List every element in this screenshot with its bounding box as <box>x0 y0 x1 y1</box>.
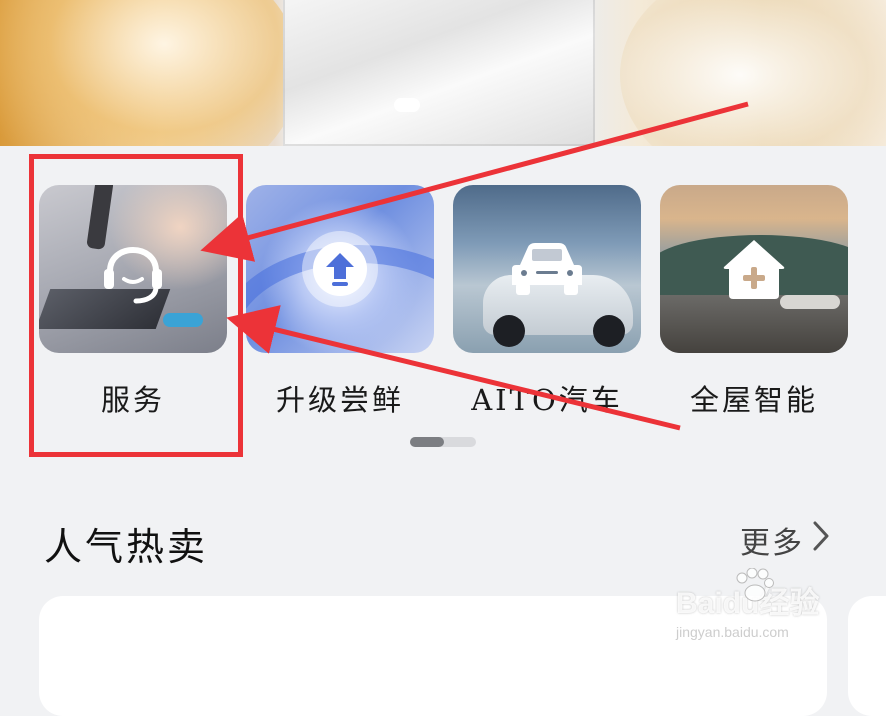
shortcut-upgrade[interactable]: 升级尝鲜 <box>246 185 434 417</box>
upgrade-thumbnail <box>246 185 434 353</box>
shortcut-pager <box>410 437 476 447</box>
banner-page-indicator <box>394 98 420 112</box>
watermark-sub: jingyan.baidu.com <box>676 624 789 640</box>
shortcut-label: 升级尝鲜 <box>275 383 404 417</box>
top-banner[interactable] <box>0 0 886 146</box>
shortcut-whole-house[interactable]: 全屋智能 <box>660 185 848 417</box>
home-thumbnail <box>660 185 848 353</box>
banner-phone-image <box>283 0 595 146</box>
home-plus-icon <box>714 229 794 309</box>
banner-decoration-left <box>0 0 300 146</box>
highlight-box <box>29 154 243 457</box>
upgrade-arrow-icon <box>300 229 380 309</box>
baidu-watermark: Baidu经验 jingyan.baidu.com <box>676 568 876 648</box>
watermark-main: Baidu经验 <box>676 587 820 620</box>
more-label: 更多 <box>740 526 804 561</box>
section-title: 人气热卖 <box>44 525 209 569</box>
banner-decoration-right <box>620 0 886 146</box>
more-link[interactable]: 更多 <box>740 518 830 562</box>
chevron-right-icon <box>812 520 830 560</box>
car-icon <box>507 229 587 309</box>
car-thumbnail <box>453 185 641 353</box>
shortcut-label: AITO汽车 <box>471 383 623 417</box>
paw-icon <box>736 568 774 602</box>
shortcut-aito-car[interactable]: AITO汽车 <box>453 185 641 417</box>
pager-active-indicator <box>410 437 444 447</box>
shortcut-label: 全屋智能 <box>689 383 818 417</box>
